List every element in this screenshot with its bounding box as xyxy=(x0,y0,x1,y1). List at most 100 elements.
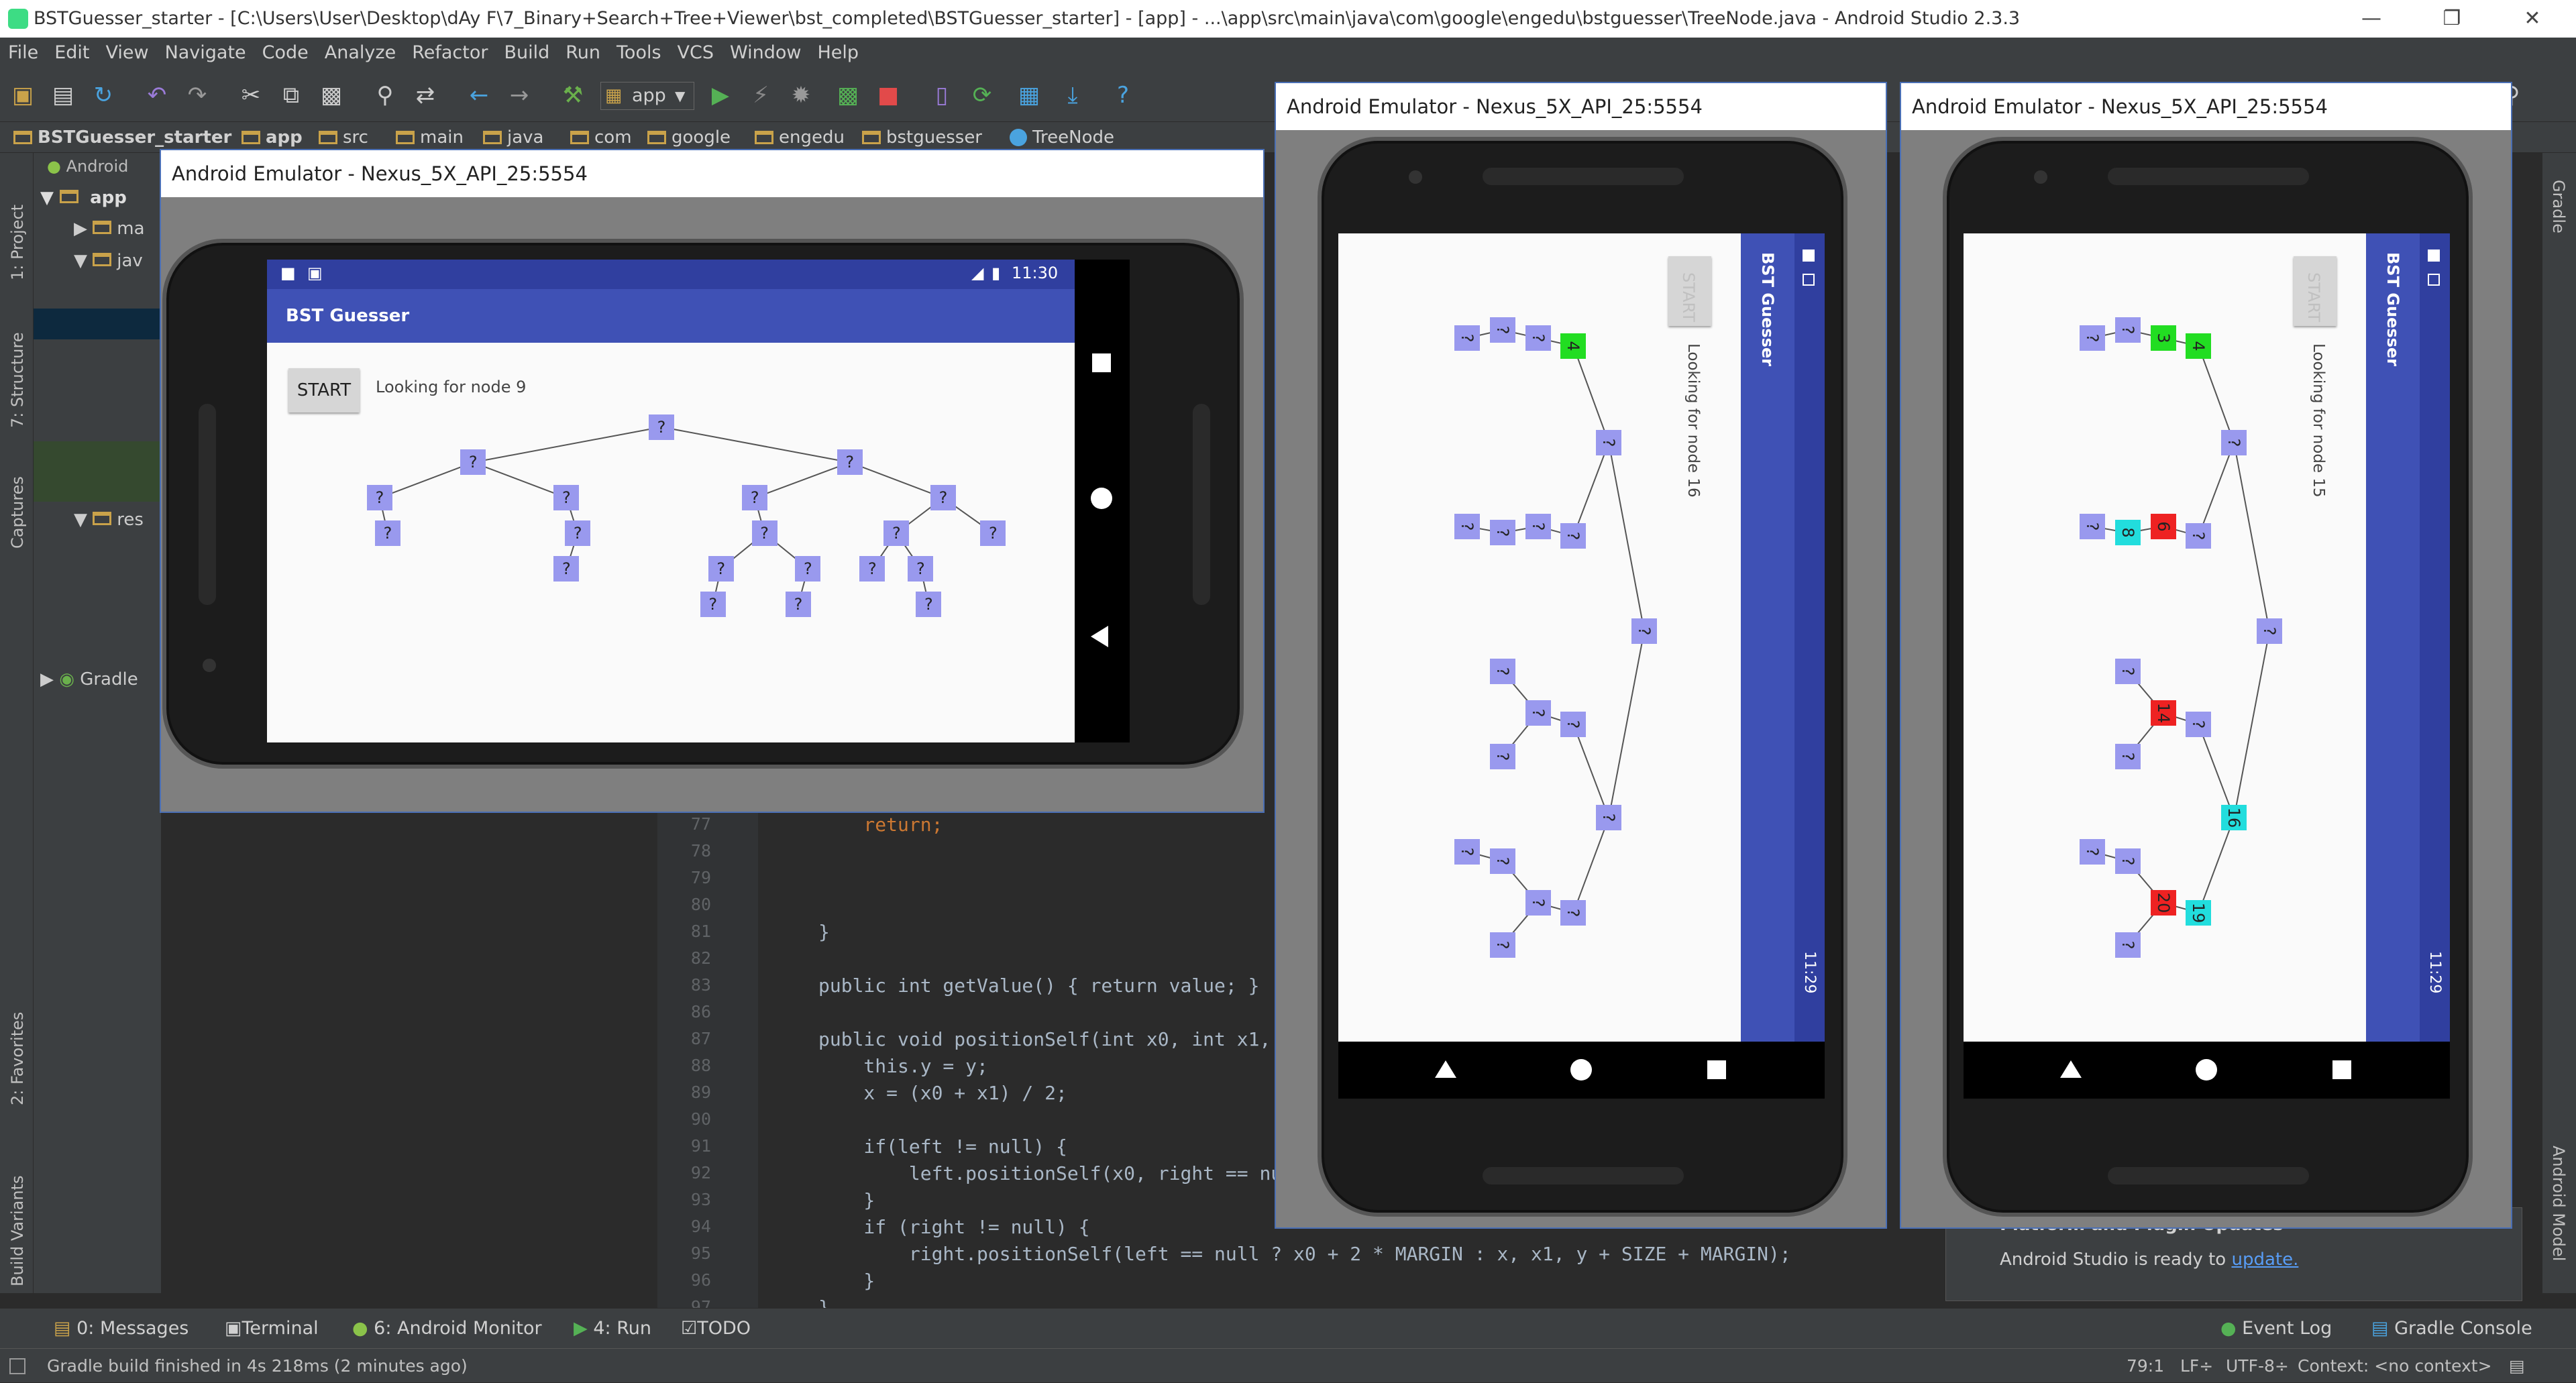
file-encoding[interactable]: UTF-8÷ xyxy=(2226,1349,2289,1383)
back-icon[interactable] xyxy=(1435,1060,1456,1078)
replace-icon[interactable]: ⇄ xyxy=(409,79,441,111)
sync-gradle-icon[interactable]: ⟳ xyxy=(966,79,998,111)
tree-node[interactable]: ? xyxy=(908,555,934,582)
tree-node[interactable]: ? xyxy=(1489,848,1515,874)
menu-item-view[interactable]: View xyxy=(105,42,148,63)
menu-item-build[interactable]: Build xyxy=(504,42,549,63)
tree-node[interactable]: ? xyxy=(1454,513,1480,539)
redo-icon[interactable]: ↷ xyxy=(181,79,213,111)
tree-node[interactable]: 8 xyxy=(2114,520,2141,546)
run-icon[interactable]: ▶ xyxy=(704,79,737,111)
tab-event-log[interactable]: ● Event Log xyxy=(2220,1309,2332,1349)
tree-node[interactable]: ? xyxy=(1525,890,1551,916)
code-line[interactable]: } xyxy=(818,919,830,946)
tab-android-monitor[interactable]: ● 6: Android Monitor xyxy=(352,1309,542,1349)
back-icon[interactable] xyxy=(1091,626,1108,647)
code-line[interactable]: this.y = y; xyxy=(818,1053,987,1080)
sdk-manager-icon[interactable]: ⤓ xyxy=(1057,79,1089,111)
restore-icon[interactable]: ❐ xyxy=(2415,0,2489,38)
recents-icon[interactable] xyxy=(1707,1060,1726,1079)
line-separator[interactable]: LF÷ xyxy=(2180,1349,2213,1383)
tree-node[interactable]: ? xyxy=(1525,700,1551,726)
recents-icon[interactable] xyxy=(1092,353,1111,372)
tree-node[interactable]: ? xyxy=(367,485,392,511)
avd-manager-icon[interactable]: ▯ xyxy=(926,79,958,111)
sync-icon[interactable]: ↻ xyxy=(87,79,119,111)
code-line[interactable]: x = (x0 + x1) / 2; xyxy=(818,1080,1067,1107)
tree-node[interactable]: ? xyxy=(2114,932,2141,958)
tree-node[interactable]: ? xyxy=(1454,325,1480,351)
tree-node[interactable]: 4 xyxy=(1560,333,1587,359)
tab-structure[interactable]: 7: Structure xyxy=(8,332,27,428)
tree-node[interactable]: ? xyxy=(700,591,726,617)
menu-item-run[interactable]: Run xyxy=(566,42,600,63)
home-icon[interactable] xyxy=(1091,488,1112,509)
tree-item-gradle[interactable]: ▶ ◉ Gradle xyxy=(40,669,138,689)
code-line[interactable]: } xyxy=(818,1268,875,1294)
home-icon[interactable] xyxy=(2196,1059,2217,1081)
tree-node[interactable]: ? xyxy=(553,485,580,511)
home-icon[interactable] xyxy=(1570,1059,1592,1081)
tree-node[interactable]: ? xyxy=(1631,618,1657,644)
device-screen[interactable]: 11:29 BST Guesser START Looking for node… xyxy=(1964,233,2450,1042)
copy-icon[interactable]: ⧉ xyxy=(275,79,307,111)
emulator-window-2[interactable]: Android Emulator - Nexus_5X_API_25:5554 … xyxy=(1275,82,1887,1229)
tree-node[interactable]: ? xyxy=(2114,744,2141,769)
tree-node[interactable]: ? xyxy=(1489,744,1515,769)
tab-todo[interactable]: ☑TODO xyxy=(681,1309,751,1349)
lock-icon[interactable]: ▤ xyxy=(2509,1349,2525,1383)
tree-item-app[interactable]: ▼ app xyxy=(40,188,127,208)
paste-icon[interactable]: ▩ xyxy=(315,79,347,111)
tab-run[interactable]: ▶ 4: Run xyxy=(574,1309,651,1349)
menu-item-help[interactable]: Help xyxy=(817,42,859,63)
tree-node[interactable]: ? xyxy=(2114,317,2141,343)
open-folder-icon[interactable]: ▣ xyxy=(7,79,39,111)
recents-icon[interactable] xyxy=(2332,1060,2351,1079)
caret-position[interactable]: 79:1 xyxy=(2127,1349,2164,1383)
tab-android-model[interactable]: Android Model xyxy=(2549,1146,2568,1261)
tree-node[interactable]: 20 xyxy=(2150,890,2176,916)
tree-node[interactable]: ? xyxy=(2186,523,2212,549)
menu-item-analyze[interactable]: Analyze xyxy=(325,42,396,63)
apply-changes-icon[interactable]: ⚡ xyxy=(745,79,777,111)
update-link[interactable]: update. xyxy=(2231,1250,2298,1270)
find-icon[interactable]: ⚲ xyxy=(369,79,401,111)
close-icon[interactable]: ✕ xyxy=(2496,0,2569,38)
tree-node[interactable]: ? xyxy=(1525,325,1551,351)
tab-captures[interactable]: Captures xyxy=(8,476,27,549)
run-config-select[interactable]: ▦ app ▼ xyxy=(600,82,694,110)
menu-item-navigate[interactable]: Navigate xyxy=(165,42,246,63)
menu-item-refactor[interactable]: Refactor xyxy=(412,42,488,63)
tree-node[interactable]: ? xyxy=(1489,520,1515,546)
tree-node[interactable]: 3 xyxy=(2150,325,2176,351)
tab-project[interactable]: 1: Project xyxy=(8,205,27,280)
tree-node[interactable]: ? xyxy=(2080,513,2105,539)
tree-node[interactable]: ? xyxy=(649,414,674,440)
back-icon[interactable] xyxy=(2060,1060,2082,1078)
tree-node[interactable]: ? xyxy=(1489,317,1515,343)
tree-node[interactable]: ? xyxy=(1489,658,1515,684)
tree-node[interactable]: ? xyxy=(708,555,734,582)
tree-node[interactable]: 19 xyxy=(2186,899,2212,926)
tree-node[interactable]: 6 xyxy=(2150,513,2176,539)
project-structure-icon[interactable]: ▦ xyxy=(1013,79,1045,111)
debug-icon[interactable]: ✹ xyxy=(785,79,817,111)
tree-node[interactable]: ? xyxy=(553,555,580,582)
tree-node[interactable]: 14 xyxy=(2150,700,2176,726)
device-screen[interactable]: 11:29 BST Guesser START Looking for node… xyxy=(1338,233,1825,1042)
tree-selected-row[interactable] xyxy=(34,309,161,339)
tab-gradle[interactable]: Gradle xyxy=(2549,180,2568,233)
tree-node[interactable]: ? xyxy=(1596,805,1622,831)
tree-node[interactable]: ? xyxy=(1489,932,1515,958)
tree-node[interactable]: 4 xyxy=(2186,333,2212,359)
tree-node[interactable]: ? xyxy=(2080,325,2105,351)
tree-node[interactable]: ? xyxy=(883,520,910,546)
menu-item-edit[interactable]: Edit xyxy=(54,42,89,63)
undo-icon[interactable]: ↶ xyxy=(141,79,173,111)
help-icon[interactable]: ? xyxy=(1107,79,1139,111)
tab-messages[interactable]: ▤ 0: Messages xyxy=(54,1309,189,1349)
menu-item-code[interactable]: Code xyxy=(262,42,309,63)
tree-node[interactable]: ? xyxy=(2114,848,2141,874)
device-screen[interactable]: ■ ▣ ◢ ▮ 11:30 BST Guesser START Looking … xyxy=(267,260,1075,742)
tree-node[interactable]: ? xyxy=(2257,618,2282,644)
